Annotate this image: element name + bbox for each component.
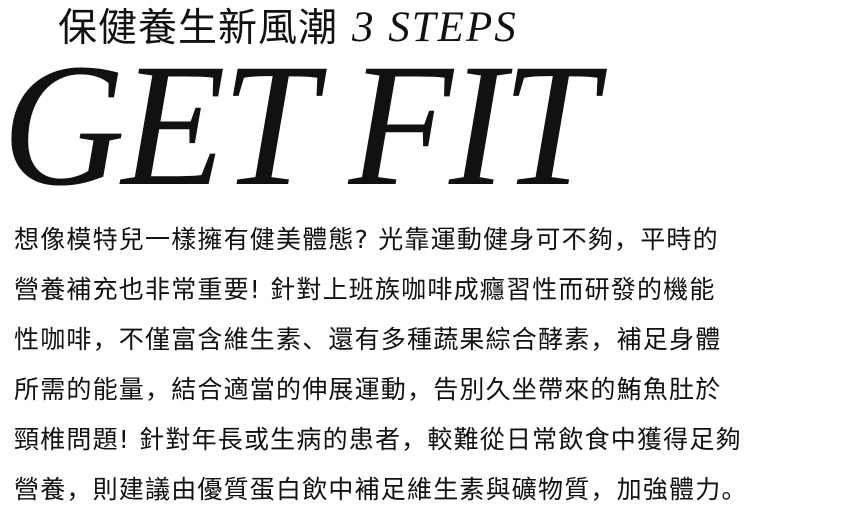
article-body: 想像模特兒一樣擁有健美體態? 光靠運動健身可不夠，平時的 營養補充也非常重要! … [14,215,844,515]
article-line-1: 想像模特兒一樣擁有健美體態? 光靠運動健身可不夠，平時的 [14,225,719,254]
hero-title: GET FIT [2,28,597,223]
article-line-4: 所需的能量，結合適當的伸展運動，告別久坐帶來的鮪魚肚於 [14,375,722,404]
article-line-6: 營養，則建議由優質蛋白飲中補足維生素與礦物質，加強體力。 [14,475,748,504]
article-line-5: 頸椎問題! 針對年長或生病的患者，較難從日常飲食中獲得足夠 [14,425,742,454]
article-line-3: 性咖啡，不僅富含維生素、還有多種蔬果綜合酵素，補足身體 [14,325,722,354]
article-line-2: 營養補充也非常重要! 針對上班族咖啡成癮習性而研發的機能 [14,275,716,304]
